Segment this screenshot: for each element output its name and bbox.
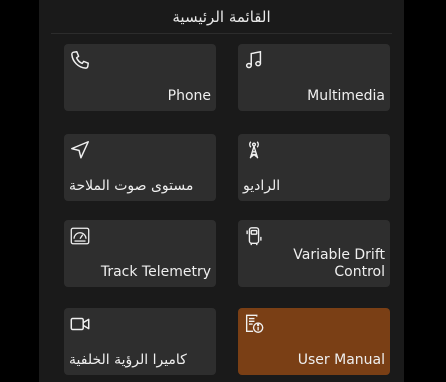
tile-label: مستوى صوت الملاحة <box>69 178 194 194</box>
phone-icon <box>69 49 91 71</box>
track-telemetry-tile[interactable]: Track Telemetry <box>64 220 216 287</box>
rear-camera-tile[interactable]: كاميرا الرؤية الخلفية <box>64 308 216 375</box>
radio-tower-icon <box>243 139 265 161</box>
tile-label: User Manual <box>297 352 385 368</box>
navigation-arrow-icon <box>69 139 91 161</box>
tile-label: كاميرا الرؤية الخلفية <box>69 352 187 368</box>
radio-tile[interactable]: الراديو <box>238 134 390 201</box>
tile-label: Multimedia <box>307 88 385 104</box>
variable-drift-control-tile[interactable]: Variable Drift Control <box>238 220 390 287</box>
tile-label: Variable Drift Control <box>293 247 385 280</box>
phone-tile[interactable]: Phone <box>64 44 216 111</box>
tile-label: الراديو <box>243 178 281 194</box>
tile-label: Track Telemetry <box>100 264 211 280</box>
navigation-volume-tile[interactable]: مستوى صوت الملاحة <box>64 134 216 201</box>
manual-info-icon <box>243 313 265 335</box>
music-note-icon <box>243 49 265 71</box>
title-divider <box>51 33 392 34</box>
user-manual-tile[interactable]: User Manual <box>238 308 390 375</box>
page-title: القائمة الرئيسية <box>172 8 271 26</box>
car-drift-icon <box>243 225 265 247</box>
tile-label: Phone <box>167 88 211 104</box>
multimedia-tile[interactable]: Multimedia <box>238 44 390 111</box>
gauge-icon <box>69 225 91 247</box>
camera-icon <box>69 313 91 335</box>
main-menu-screen: القائمة الرئيسية Phone Multimedia مستوى … <box>39 0 404 382</box>
